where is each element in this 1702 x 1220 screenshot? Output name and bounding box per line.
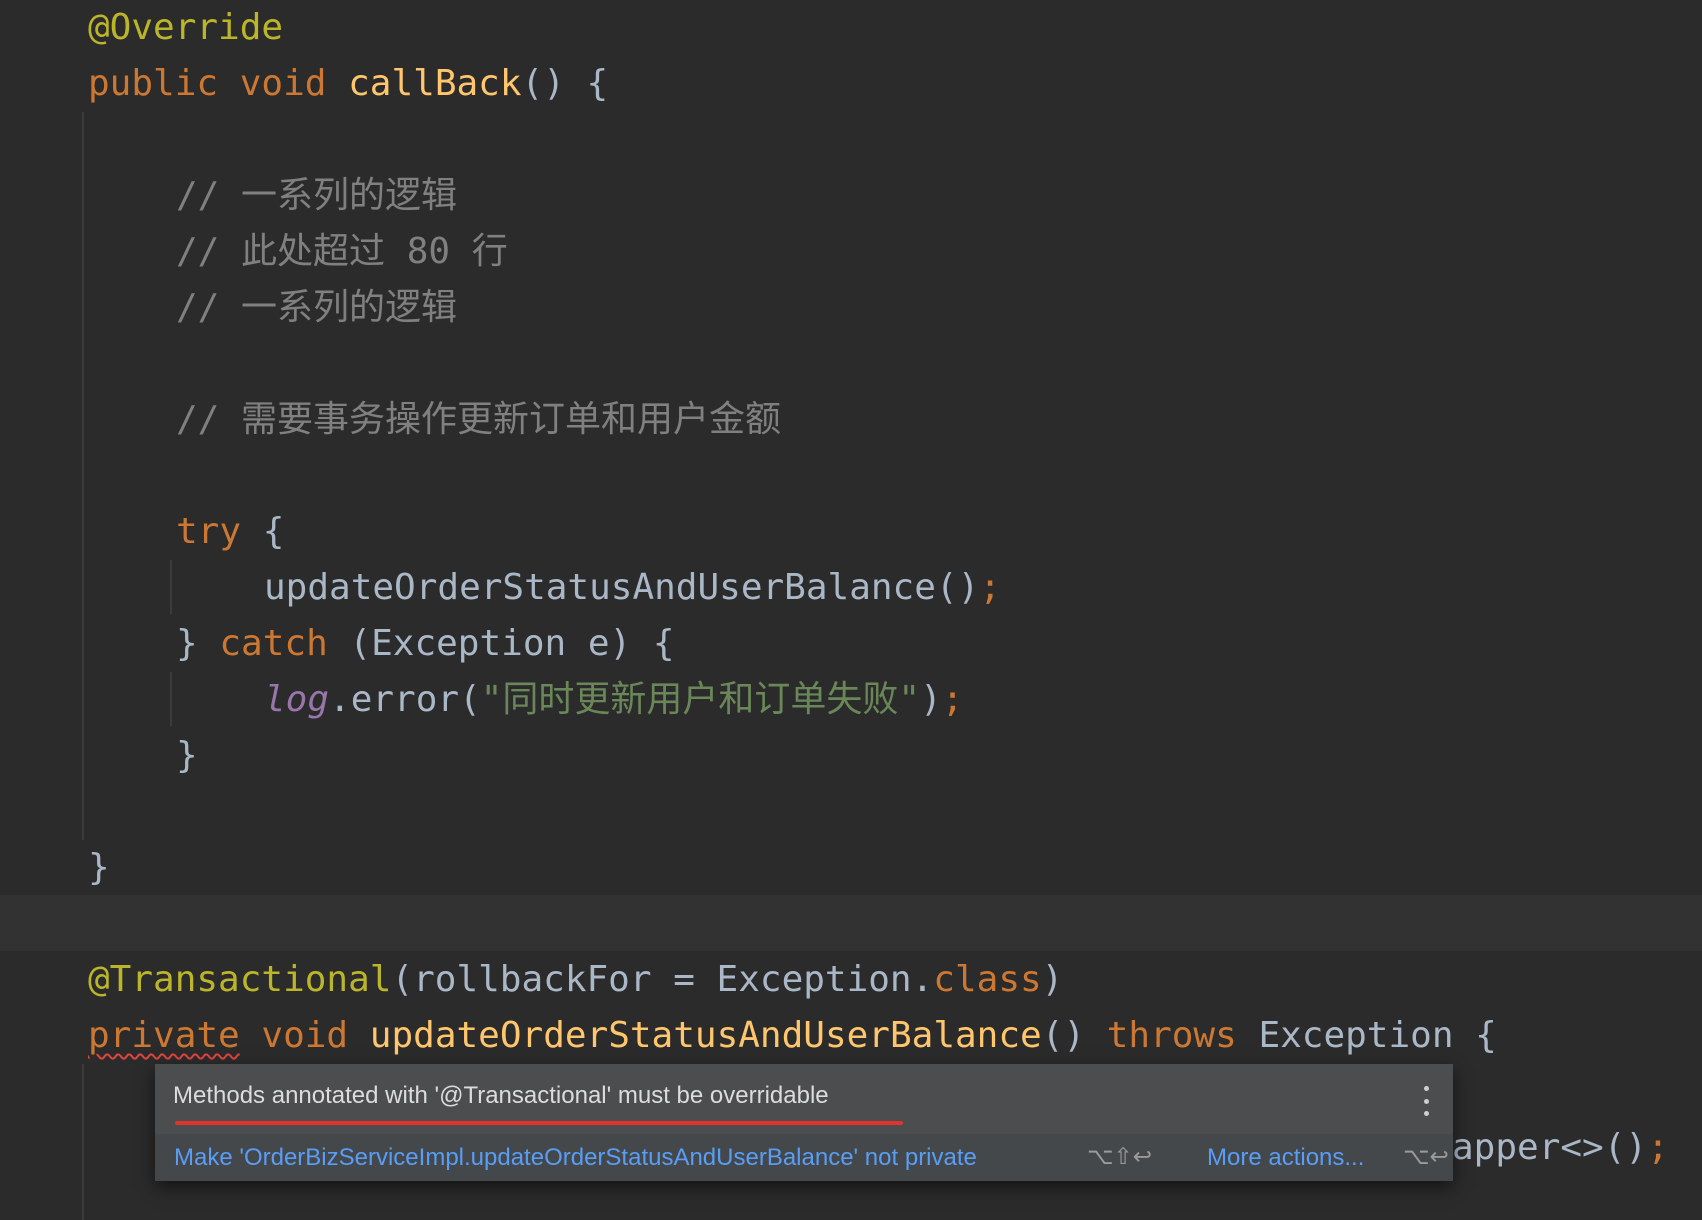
- close-brace-method: }: [88, 847, 110, 888]
- code-line-update-call: updateOrderStatusAndUserBalance();: [264, 560, 1001, 616]
- inspection-message: Methods annotated with '@Transactional' …: [173, 1082, 829, 1109]
- code-comment-1: // 一系列的逻辑: [176, 175, 458, 216]
- code-line-log-error: log.error("同时更新用户和订单失败");: [264, 672, 963, 728]
- code-line-try: try {: [176, 504, 284, 560]
- method-name-callback: callBack: [348, 63, 522, 104]
- log-field: log: [264, 679, 330, 720]
- indent-guide-catch: [170, 672, 172, 726]
- indent-guide-callback: [82, 112, 84, 840]
- annotation-override: @Override: [88, 7, 284, 48]
- more-actions-shortcut: ⌥↩: [1403, 1144, 1449, 1170]
- log-close-paren: ): [920, 679, 942, 720]
- transactional-args-close: ): [1041, 959, 1064, 1000]
- quick-fix-shortcut: ⌥⇧↩: [1087, 1144, 1153, 1170]
- code-line-method-close: }: [88, 840, 110, 896]
- semicolon: ;: [1647, 1127, 1669, 1168]
- code-line-update-signature: private void updateOrderStatusAndUserBal…: [88, 1008, 1497, 1064]
- code-line-catch: } catch (Exception e) {: [176, 616, 675, 672]
- transactional-args: (rollbackFor = Exception.: [391, 959, 934, 1000]
- code-comment-4: // 需要事务操作更新订单和用户金额: [176, 399, 782, 440]
- more-options-icon[interactable]: [1419, 1086, 1433, 1116]
- keyword-void: void: [239, 63, 327, 104]
- popup-actions-bar: Make 'OrderBizServiceImpl.updateOrderSta…: [155, 1134, 1453, 1181]
- indent-guide-try: [170, 560, 172, 614]
- inspection-popup: Methods annotated with '@Transactional' …: [155, 1064, 1453, 1181]
- update-parens: (): [1041, 1015, 1107, 1056]
- code-comment-3: // 一系列的逻辑: [176, 287, 458, 328]
- partial-mapper-text: apper<>(): [1452, 1127, 1648, 1168]
- code-line-partial-mapper: apper<>();: [1452, 1120, 1669, 1176]
- semicolon: ;: [979, 567, 1001, 608]
- annotation-transactional: @Transactional: [88, 959, 392, 1000]
- keyword-catch: catch: [219, 623, 328, 664]
- code-editor[interactable]: @Override public void callBack() { // 一系…: [0, 0, 1702, 1220]
- method-name-update: updateOrderStatusAndUserBalance: [369, 1015, 1042, 1056]
- keyword-try: try: [176, 511, 242, 552]
- close-brace-try: }: [176, 623, 198, 664]
- try-brace: {: [241, 511, 285, 552]
- code-line-transactional: @Transactional(rollbackFor = Exception.c…: [88, 952, 1063, 1008]
- throws-exception: Exception {: [1236, 1015, 1497, 1056]
- quick-fix-make-not-private[interactable]: Make 'OrderBizServiceImpl.updateOrderSta…: [174, 1144, 977, 1172]
- log-error-call: .error(: [329, 679, 481, 720]
- caret-row-highlight: [0, 895, 1702, 951]
- keyword-void: void: [261, 1015, 349, 1056]
- code-line-override: @Override: [88, 0, 283, 56]
- error-underline: [175, 1121, 903, 1125]
- keyword-public: public: [88, 63, 219, 104]
- code-comment-2: // 此处超过 80 行: [176, 231, 508, 272]
- keyword-class: class: [933, 959, 1042, 1000]
- update-call: updateOrderStatusAndUserBalance(): [264, 567, 980, 608]
- indent-guide-update-method: [82, 1064, 84, 1220]
- code-line-catch-close: }: [176, 728, 198, 784]
- log-message-string: "同时更新用户和订单失败": [480, 679, 921, 720]
- catch-params: (Exception e) {: [327, 623, 675, 664]
- more-actions-link[interactable]: More actions...: [1207, 1144, 1364, 1172]
- semicolon: ;: [941, 679, 964, 720]
- code-line-callback-signature: public void callBack() {: [88, 56, 608, 112]
- keyword-throws: throws: [1106, 1015, 1237, 1056]
- callback-parens: () {: [521, 63, 609, 104]
- close-brace-catch: }: [176, 735, 198, 776]
- keyword-private-error[interactable]: private: [88, 1015, 240, 1056]
